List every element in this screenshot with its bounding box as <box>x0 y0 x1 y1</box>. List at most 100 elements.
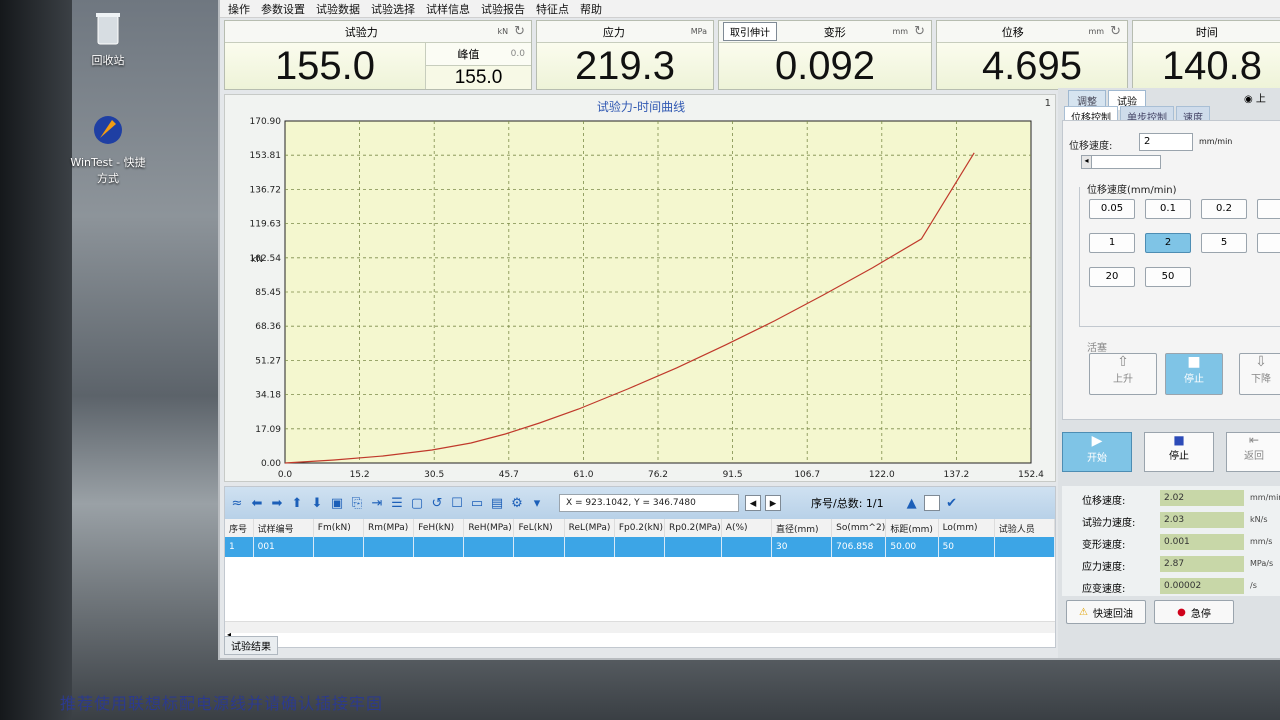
refresh-icon[interactable]: ↻ <box>514 24 525 39</box>
next-record-icon[interactable]: ▸ <box>765 495 781 511</box>
x-tick-label: 91.5 <box>723 470 743 480</box>
up-arrow-icon[interactable]: ⬆ <box>289 495 305 511</box>
rotate-icon[interactable]: ↺ <box>429 495 445 511</box>
menu-operate[interactable]: 操作 <box>228 1 250 17</box>
menu-feature[interactable]: 特征点 <box>536 1 569 17</box>
confirm-check-icon[interactable]: ✔ <box>944 495 960 511</box>
new-file-icon[interactable]: ☐ <box>449 495 465 511</box>
tab-results[interactable]: 试验结果 <box>224 636 278 655</box>
refresh-icon[interactable]: ↻ <box>1110 24 1121 39</box>
menu-params[interactable]: 参数设置 <box>261 1 305 17</box>
menu-test-select[interactable]: 试验选择 <box>371 1 415 17</box>
menu-report[interactable]: 试验报告 <box>481 1 525 17</box>
prev-record-icon[interactable]: ◂ <box>745 495 761 511</box>
preset-button[interactable]: 0.1 <box>1145 199 1191 219</box>
dropdown-icon[interactable]: ▾ <box>529 495 545 511</box>
column-header[interactable]: Lo(mm) <box>938 519 995 537</box>
down-button[interactable]: ⇩ 下降 <box>1239 353 1280 395</box>
settings-icon[interactable]: ⚙ <box>509 495 525 511</box>
column-header[interactable]: Fm(kN) <box>313 519 364 537</box>
collapse-icon[interactable]: ▲ <box>904 495 920 511</box>
column-header[interactable]: Fp0.2(kN) <box>614 519 666 537</box>
stop-square-icon: ■ <box>1187 354 1201 370</box>
chart-title: 试验力-时间曲线 <box>597 99 685 114</box>
recycle-bin-shortcut[interactable]: 回收站 <box>68 8 148 68</box>
clipboard-icon[interactable]: ⎘ <box>349 495 365 511</box>
force-title: 试验力 <box>344 25 378 39</box>
horizontal-scrollbar[interactable]: ◂ <box>225 621 1055 639</box>
menu-data[interactable]: 试验数据 <box>316 1 360 17</box>
emergency-stop-button[interactable]: ● 急停 <box>1154 600 1234 624</box>
table-cell: 50 <box>938 537 995 557</box>
chart-icon[interactable]: ≈ <box>229 495 245 511</box>
y-tick-label: 51.27 <box>255 356 281 366</box>
rate-row: 应力速度: 2.87 MPa/s <box>1062 556 1280 574</box>
menu-specimen[interactable]: 试样信息 <box>426 1 470 17</box>
rate-unit: /s <box>1250 581 1257 590</box>
right-arrow-icon[interactable]: ➡ <box>269 495 285 511</box>
piston-stop-button[interactable]: ■ 停止 <box>1165 353 1223 395</box>
wintest-shortcut[interactable]: WinTest - 快捷方式 <box>68 110 148 186</box>
checkbox[interactable] <box>923 495 940 511</box>
table-cell: 1 <box>225 537 254 557</box>
peak-small: 0.0 <box>510 49 525 59</box>
start-button[interactable]: ▶ 开始 <box>1062 432 1132 472</box>
refresh-icon[interactable]: ↻ <box>914 24 925 39</box>
preset-button[interactable]: 20 <box>1089 267 1135 287</box>
stop-button[interactable]: ■ 停止 <box>1144 432 1214 472</box>
fast-return-button[interactable]: ⚠ 快速回油 <box>1066 600 1146 624</box>
column-header[interactable]: 直径(mm) <box>771 519 833 537</box>
y-tick-label: 0.00 <box>261 459 281 469</box>
column-header[interactable]: Rp0.2(MPa) <box>664 519 722 537</box>
list-icon[interactable]: ☰ <box>389 495 405 511</box>
preset-button-selected[interactable]: 2 <box>1145 233 1191 253</box>
save-icon[interactable]: ▤ <box>489 495 505 511</box>
column-header[interactable]: 序号 <box>225 519 254 537</box>
left-arrow-icon[interactable]: ⬅ <box>249 495 265 511</box>
column-header[interactable]: ReH(MPa) <box>463 519 515 537</box>
preset-button[interactable]: 1 <box>1089 233 1135 253</box>
start-label: 开始 <box>1087 453 1107 464</box>
rate-row: 位移速度: 2.02 mm/min <box>1062 490 1280 508</box>
column-header[interactable]: FeH(kN) <box>413 519 465 537</box>
column-header[interactable]: A(%) <box>721 519 772 537</box>
export-icon[interactable]: ⇥ <box>369 495 385 511</box>
select-icon[interactable]: ▢ <box>409 495 425 511</box>
open-folder-icon[interactable]: ▭ <box>469 495 485 511</box>
column-header[interactable]: 试样编号 <box>253 519 314 537</box>
force-unit: kN <box>497 27 509 36</box>
preset-button[interactable]: 50 <box>1145 267 1191 287</box>
rate-value: 0.00002 <box>1160 578 1244 594</box>
column-header[interactable]: FeL(kN) <box>513 519 565 537</box>
deform-title: 变形 <box>823 25 846 39</box>
table-row[interactable]: 1 001 30 706.858 50.00 50 <box>225 537 1056 557</box>
column-header[interactable]: 试验人员 <box>994 519 1056 537</box>
preset-button[interactable]: 5 <box>1201 233 1247 253</box>
column-header[interactable]: Rm(MPa) <box>363 519 415 537</box>
column-header[interactable]: ReL(MPa) <box>564 519 615 537</box>
x-tick-label: 45.7 <box>499 470 519 480</box>
column-header[interactable]: 标距(mm) <box>885 519 939 537</box>
rate-value: 0.001 <box>1160 534 1244 550</box>
column-header[interactable]: So(mm^2) <box>831 519 887 537</box>
displacement-panel: 位移 mm ↻ 4.695 <box>936 20 1128 90</box>
preset-button-partial[interactable] <box>1257 233 1280 253</box>
up-button[interactable]: ⇧ 上升 <box>1089 353 1157 395</box>
monitor-icon[interactable]: ▣ <box>329 495 345 511</box>
start-stop-bar: ▶ 开始 ■ 停止 ⇤ 返回 <box>1062 428 1280 482</box>
extensometer-button[interactable]: 取引伸计 <box>723 22 777 41</box>
return-button[interactable]: ⇤ 返回 <box>1226 432 1280 472</box>
menu-help[interactable]: 帮助 <box>580 1 602 17</box>
speed-input[interactable]: 2 <box>1139 133 1193 151</box>
piston-stop-label: 停止 <box>1184 374 1204 385</box>
table-cell <box>313 537 364 557</box>
down-arrow-icon[interactable]: ⬇ <box>309 495 325 511</box>
preset-button[interactable]: 0.05 <box>1089 199 1135 219</box>
speed-slider[interactable]: ◂ <box>1081 155 1161 169</box>
y-axis-label: kN <box>251 255 263 265</box>
mode-radio[interactable]: ◉ 上 <box>1244 90 1266 105</box>
preset-button-partial[interactable] <box>1257 199 1280 219</box>
slider-left-arrow-icon[interactable]: ◂ <box>1082 156 1092 168</box>
preset-button[interactable]: 0.2 <box>1201 199 1247 219</box>
wintest-window: 操作 参数设置 试验数据 试验选择 试样信息 试验报告 特征点 帮助 试验力 k… <box>218 0 1280 660</box>
